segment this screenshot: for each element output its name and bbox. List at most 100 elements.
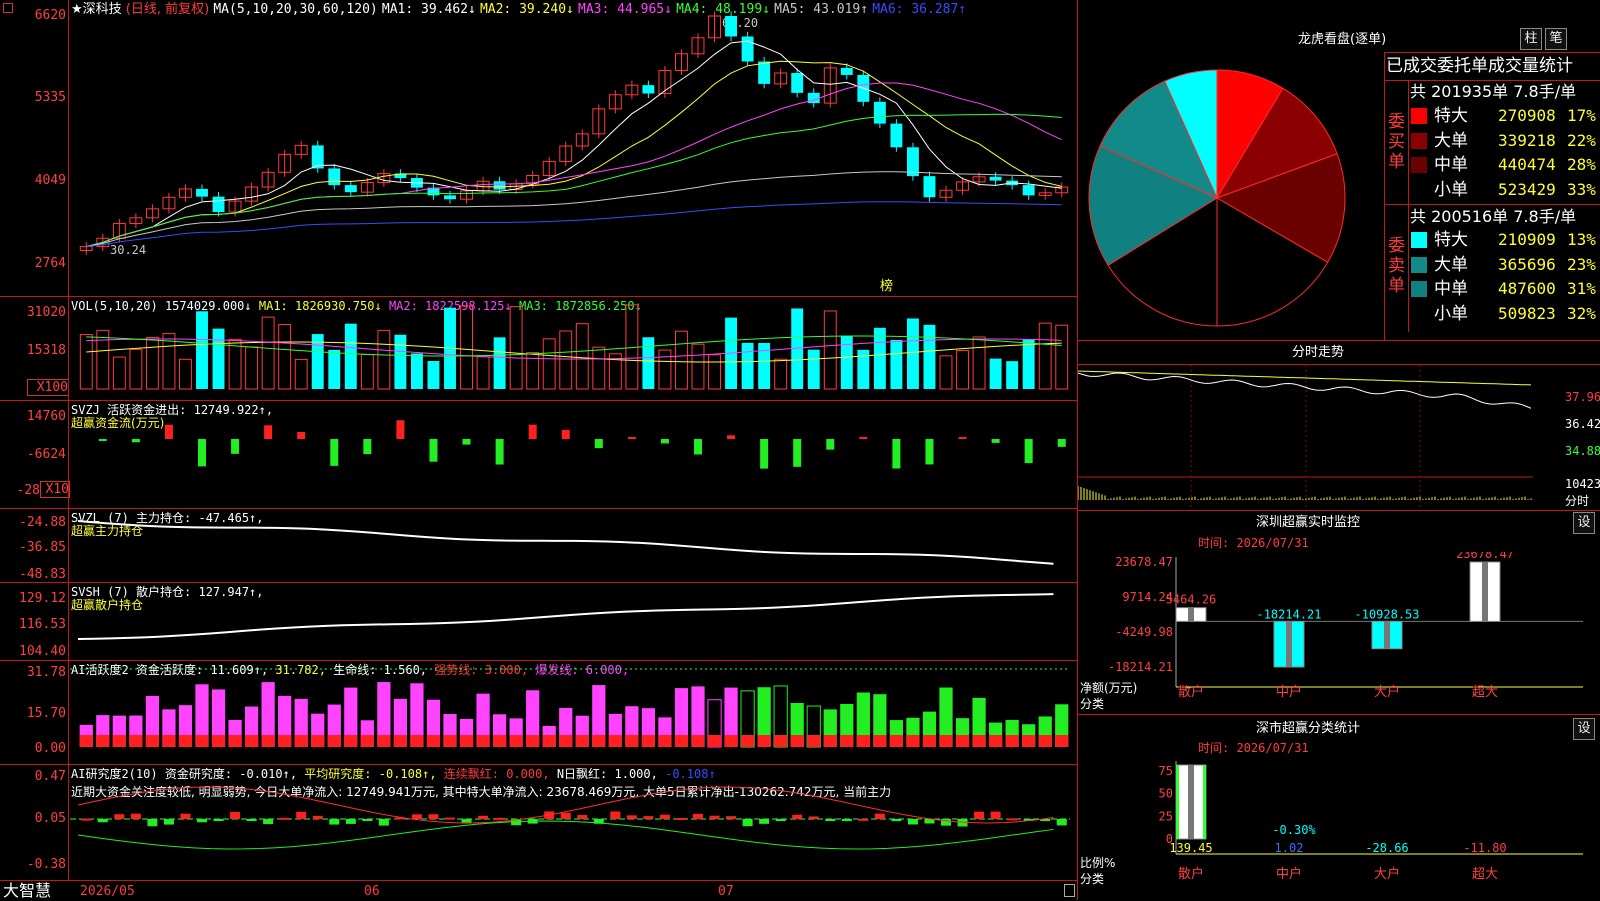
monitor-value: 23678.47 — [1456, 552, 1514, 561]
ai-research-panel[interactable]: AI研究度2(10) 资金研究度: -0.010↑, 平均研究度: -0.108… — [0, 764, 1077, 881]
research-bar — [858, 818, 869, 821]
research-bar — [874, 813, 885, 819]
candle-panel[interactable]: ★深科技 (日线, 前复权) MA(5,10,20,30,60,120) MA1… — [0, 0, 1077, 294]
activity-base — [211, 735, 226, 747]
research-bar — [263, 819, 274, 825]
activity-base — [261, 735, 275, 747]
research-bar — [411, 814, 422, 819]
research-bar — [296, 811, 307, 819]
activity-base — [476, 735, 490, 747]
brand-logo: 大智慧 — [3, 881, 52, 900]
volume-chart — [79, 304, 1069, 390]
volume-bar — [377, 329, 391, 390]
flow-bar — [826, 439, 835, 450]
lock-icon[interactable] — [1064, 884, 1075, 897]
research-bar — [891, 819, 902, 822]
volume-bar — [79, 334, 93, 390]
tick-mode-button[interactable]: 笔 — [1545, 28, 1567, 50]
monitor-settings-button[interactable]: 设 — [1573, 512, 1595, 534]
svsh-panel[interactable]: SVSH (7) 散户持仓: 127.947↑, 超赢散户持仓 129.12 1… — [0, 582, 1077, 661]
volume-bar — [261, 316, 275, 390]
legend-name: 中单 — [1434, 279, 1468, 299]
flow-bar — [528, 424, 537, 439]
stat-value: 1.02 — [1275, 841, 1304, 855]
flow-bar — [727, 435, 736, 439]
monitor-title: 深圳超赢实时监控 — [1256, 515, 1361, 530]
activity-base — [443, 735, 457, 747]
volume-bar — [972, 336, 986, 390]
activity-base — [939, 735, 953, 747]
research-bar — [659, 814, 670, 819]
flow-bar — [694, 439, 702, 455]
volume-bar — [906, 318, 919, 389]
stat-bar-edge — [1176, 765, 1179, 839]
stat-settings-button[interactable]: 设 — [1573, 718, 1595, 740]
flow-bar — [892, 439, 901, 469]
monitor-xlabel: 净额(万元) — [1080, 681, 1138, 695]
legend-name: 大单 — [1434, 130, 1468, 151]
volume-bar — [476, 356, 490, 390]
activity-base — [393, 735, 408, 747]
ai-activity-panel[interactable]: AI活跃度2 资金活跃度: 11.609↑, 31.782, 生命线: 1.56… — [0, 660, 1077, 765]
flow-bar — [330, 439, 339, 466]
monitor-category: 中户 — [1276, 684, 1302, 700]
candle-body — [758, 61, 771, 84]
table-divider — [1408, 80, 1409, 332]
candle-body — [196, 188, 208, 197]
svzl-panel[interactable]: SVZL (7) 主力持仓: -47.465↑, 超赢主力持仓 -24.88 -… — [0, 508, 1077, 583]
activity-base — [360, 735, 374, 747]
research-bar — [362, 819, 373, 821]
monitor-bar-inner — [1286, 621, 1292, 667]
volume-bar — [675, 330, 688, 390]
research-bar — [345, 819, 356, 824]
stat-annotation: -0.30% — [1272, 823, 1316, 837]
activity-base — [492, 735, 507, 747]
stat-value: 139.45 — [1169, 841, 1212, 855]
activity-base — [1055, 735, 1069, 747]
activity-base — [426, 735, 441, 747]
ai-research-chart — [70, 786, 1070, 850]
activity-base — [410, 735, 424, 747]
flow-bar — [760, 439, 769, 469]
volume-bar — [328, 349, 341, 389]
candle-body — [840, 67, 853, 75]
activity-base — [244, 735, 259, 747]
bar-mode-button[interactable]: 柱 — [1520, 28, 1542, 50]
activity-base — [509, 735, 523, 747]
date-tick: 2026/05 — [80, 884, 135, 899]
section-divider — [1078, 340, 1600, 341]
legend-name: 大单 — [1434, 254, 1468, 275]
main-chart-area: ★深科技 (日线, 前复权) MA(5,10,20,30,60,120) MA1… — [0, 0, 1077, 900]
volume-bar — [344, 323, 357, 389]
buy-side-label: 委买单 — [1388, 112, 1405, 172]
svzl-chart — [77, 520, 1054, 565]
candle-body — [989, 176, 1002, 181]
ai-activity-chart — [70, 668, 1070, 748]
research-bar — [759, 819, 770, 824]
volume-panel[interactable]: VOL(5,10,20) 1574029.000↓ MA1: 1826930.7… — [0, 296, 1077, 400]
activity-base — [542, 735, 556, 747]
activity-base — [625, 735, 639, 747]
research-bar — [478, 815, 489, 819]
intraday-chart[interactable] — [1078, 365, 1600, 510]
axis-divider — [68, 0, 69, 880]
activity-base — [1022, 735, 1036, 747]
activity-base — [79, 735, 93, 747]
table-title: 已成交委托单成交量统计 — [1386, 56, 1573, 76]
flow-bar — [495, 439, 504, 465]
intraday-tick: 36.42 — [1565, 417, 1600, 431]
research-bar — [974, 811, 985, 819]
flow-bar — [1024, 439, 1033, 464]
flow-bar — [98, 439, 107, 441]
section-divider — [1078, 510, 1600, 511]
flow-bar — [660, 439, 669, 444]
activity-base — [707, 735, 722, 747]
svzj-panel[interactable]: SVZJ 活跃资金进出: 12749.922↑, 超赢资金流(万元) 14760… — [0, 400, 1077, 501]
activity-base — [823, 735, 837, 747]
research-bar — [81, 818, 92, 821]
stat-value: -11.80 — [1463, 841, 1506, 855]
activity-base — [1038, 735, 1052, 747]
research-line-green — [77, 820, 1054, 850]
main-holding-line — [77, 520, 1054, 565]
research-bar — [990, 811, 1001, 819]
